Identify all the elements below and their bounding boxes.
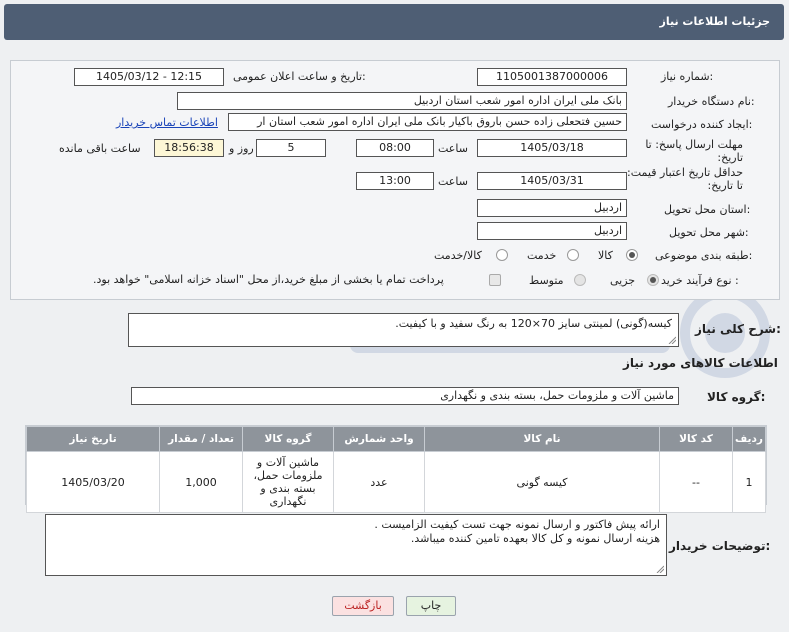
creator-label: ایجاد کننده درخواست: <box>651 118 753 131</box>
process-medium-label: متوسط <box>529 274 564 287</box>
col-unit: واحد شمارش <box>333 426 425 452</box>
category-goods-radio[interactable] <box>626 249 638 261</box>
col-item-name: نام کالا <box>424 426 660 452</box>
goods-group-field: ماشین آلات و ملزومات حمل، بسته بندی و نگ… <box>131 387 679 405</box>
cell-need-date: 1405/03/20 <box>26 451 160 513</box>
col-row-number: ردیف <box>732 426 766 452</box>
remaining-time-label: ساعت باقی مانده <box>59 142 141 155</box>
table-header-row: ردیف کد کالا نام کالا واحد شمارش گروه کا… <box>26 426 766 452</box>
summary-text: کیسه(گونی) لمینتی سایز 70×120 به رنگ سفی… <box>395 317 672 330</box>
page-title: جزئیات اطلاعات نیاز <box>659 15 771 28</box>
process-medium-radio[interactable] <box>574 274 586 286</box>
city-label: شهر محل تحویل: <box>669 226 749 239</box>
buyer-notes-line-2: هزینه ارسال نمونه و کل کالا بعهده تامین … <box>410 532 660 545</box>
buyer-org-field: بانک ملی ایران اداره امور شعب استان اردب… <box>177 92 627 110</box>
treasury-payment-note: پرداخت تمام یا بخشی از مبلغ خرید،از محل … <box>93 273 444 286</box>
back-button[interactable]: بازگشت <box>332 596 394 616</box>
province-field: اردبیل <box>477 199 627 217</box>
process-type-label: نوع فرآیند خرید : <box>661 274 739 287</box>
category-service-label: خدمت <box>527 249 557 262</box>
table-row: 1 -- کیسه گونی عدد ماشین آلات و ملزومات … <box>26 451 766 513</box>
cell-quantity: 1,000 <box>159 451 243 513</box>
process-minor-label: جزیی <box>610 274 636 287</box>
category-label: طبقه بندی موضوعی: <box>655 249 753 262</box>
print-button[interactable]: چاپ <box>406 596 456 616</box>
category-goods-label: کالا <box>598 249 613 262</box>
cell-goods-group: ماشین آلات و ملزومات حمل، بسته بندی و نگ… <box>242 451 334 513</box>
cell-item-code: -- <box>659 451 733 513</box>
buyer-notes-line-1: ارائه پیش فاکتور و ارسال نمونه جهت تست ک… <box>374 518 660 531</box>
validity-time-field: 13:00 <box>356 172 434 190</box>
deadline-label: مهلت ارسال پاسخ: تا تاریخ: <box>645 138 743 164</box>
creator-field: حسین فتحعلی زاده حسن باروق باکیار بانک م… <box>228 113 627 131</box>
buyer-org-label: نام دستگاه خریدار: <box>668 95 755 108</box>
buyer-notes-textarea: ارائه پیش فاکتور و ارسال نمونه جهت تست ک… <box>45 514 667 576</box>
col-item-code: کد کالا <box>659 426 733 452</box>
col-need-date: تاریخ نیاز <box>26 426 160 452</box>
cell-item-name: کیسه گونی <box>424 451 660 513</box>
need-number-label: شماره نیاز: <box>661 70 714 83</box>
deadline-time-label: ساعت <box>438 142 468 155</box>
announce-date-label: تاریخ و ساعت اعلان عمومی: <box>233 70 366 83</box>
buyer-notes-label: توضیحات خریدار: <box>669 539 771 553</box>
category-goods-service-radio[interactable] <box>496 249 508 261</box>
page-title-bar: جزئیات اطلاعات نیاز <box>4 4 784 40</box>
province-label: استان محل تحویل: <box>664 203 751 216</box>
col-goods-group: گروه کالا <box>242 426 334 452</box>
city-field: اردبیل <box>477 222 627 240</box>
resize-grip-icon[interactable] <box>656 565 664 573</box>
validity-date-field: 1405/03/31 <box>477 172 627 190</box>
need-number-field: 1105001387000006 <box>477 68 627 86</box>
cell-unit: عدد <box>333 451 425 513</box>
validity-time-label: ساعت <box>438 175 468 188</box>
summary-textarea: کیسه(گونی) لمینتی سایز 70×120 به رنگ سفی… <box>128 313 679 347</box>
category-service-radio[interactable] <box>567 249 579 261</box>
deadline-time-field: 08:00 <box>356 139 434 157</box>
announce-date-field: 1405/03/12 - 12:15 <box>74 68 224 86</box>
days-field: 5 <box>256 139 326 157</box>
validity-label: حداقل تاریخ اعتبار قیمت: تا تاریخ: <box>627 166 743 192</box>
remaining-time-field: 18:56:38 <box>154 139 224 157</box>
goods-group-label: گروه کالا: <box>707 390 766 404</box>
deadline-date-field: 1405/03/18 <box>477 139 627 157</box>
treasury-payment-checkbox[interactable] <box>489 274 501 286</box>
days-label: روز و <box>229 142 254 155</box>
category-goods-service-label: کالا/خدمت <box>434 249 482 262</box>
cell-row-number: 1 <box>732 451 766 513</box>
summary-label: شرح کلی نیاز: <box>695 322 781 336</box>
col-quantity: تعداد / مقدار <box>159 426 243 452</box>
goods-section-title: اطلاعات کالاهای مورد نیاز <box>623 356 778 370</box>
items-table: ردیف کد کالا نام کالا واحد شمارش گروه کا… <box>25 425 767 513</box>
process-minor-radio[interactable] <box>647 274 659 286</box>
resize-grip-icon[interactable] <box>668 336 676 344</box>
buyer-contact-link[interactable]: اطلاعات تماس خریدار <box>116 116 218 129</box>
